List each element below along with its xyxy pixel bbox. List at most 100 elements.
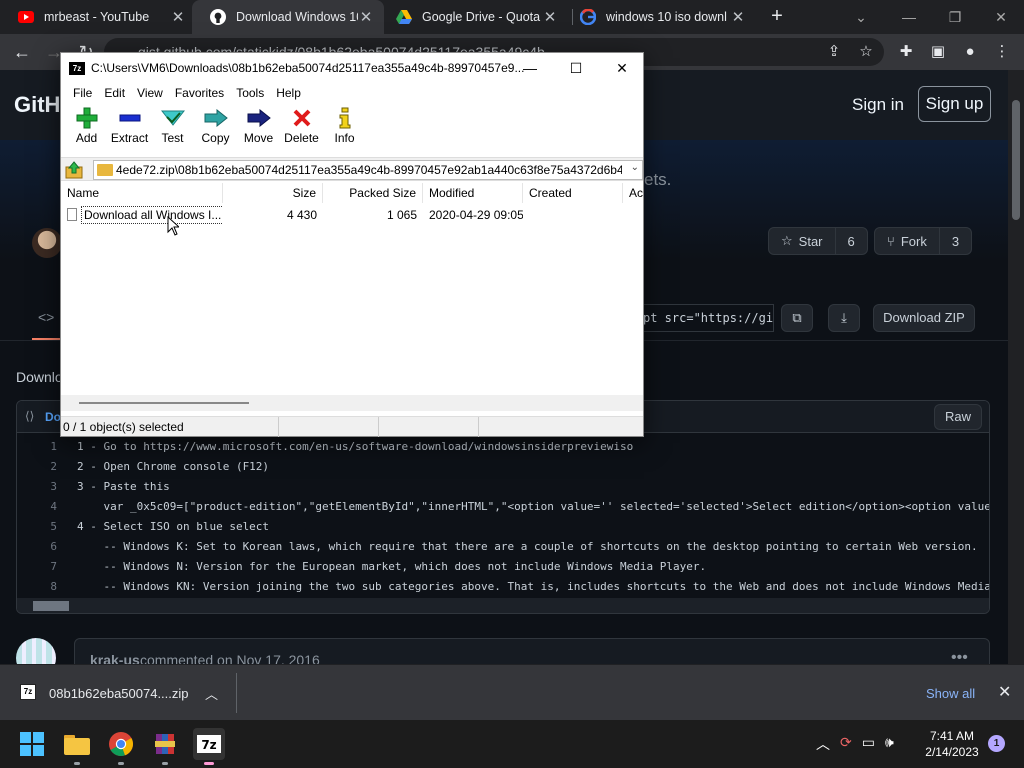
page-vertical-scrollbar[interactable] [1008,70,1024,664]
column-name[interactable]: Name [61,183,223,203]
line-number[interactable]: 7 [17,557,61,577]
line-number[interactable]: 1 [17,437,61,457]
line-number[interactable]: 4 [17,497,61,517]
bookmark-star-icon[interactable]: ☆ [856,42,876,62]
show-hidden-icons-chevron-icon[interactable]: ︿ [816,734,830,754]
download-item[interactable]: 08b1b62eba50074....zip [49,686,189,701]
star-icon: ☆ [781,233,793,248]
line-number[interactable]: 3 [17,477,61,497]
scrollbar-thumb[interactable] [33,601,69,611]
close-icon[interactable]: ✕ [998,682,1011,702]
file-row[interactable]: Download all Windows I... 4 430 1 065 20… [61,205,643,225]
file-name-link[interactable]: Do [45,410,61,424]
chevron-up-icon[interactable]: ︿ [205,684,218,703]
copy-button[interactable]: Copy [194,105,237,153]
7zip-title-bar[interactable]: 7z C:\Users\VM6\Downloads\08b1b62eba5007… [61,53,643,84]
line-number[interactable]: 5 [17,517,61,537]
line-number[interactable]: 6 [17,537,61,557]
tab-youtube[interactable]: mrbeast - YouTube ✕ [0,0,196,34]
back-arrow-icon[interactable]: ← [10,40,34,64]
close-icon[interactable]: ✕ [978,2,1024,32]
star-button[interactable]: ☆ Star 6 [768,227,868,255]
minimize-icon[interactable]: — [507,53,553,84]
fork-button[interactable]: ⑂ Fork 3 [874,227,973,255]
sign-up-button[interactable]: Sign up [918,86,991,122]
column-modified[interactable]: Modified [423,183,523,203]
volume-icon[interactable]: 🕪 [885,734,894,754]
menu-tools[interactable]: Tools [230,84,270,104]
notification-badge[interactable]: 1 [988,735,1005,752]
column-accessed[interactable]: Ac [623,183,643,203]
side-panel-icon[interactable]: ▣ [928,42,948,62]
profile-icon[interactable]: ● [960,42,980,62]
extract-button[interactable]: Extract [108,105,151,153]
tab-search-chevron-icon[interactable]: ⌄ [838,2,884,32]
file-list-horizontal-scrollbar[interactable] [61,395,643,411]
tab-close-icon[interactable]: ✕ [358,8,374,26]
move-button[interactable]: Move [237,105,280,153]
line-number[interactable]: 2 [17,457,61,477]
tab-title: Download Windows 10 [236,10,358,24]
tab-github-gist[interactable]: Download Windows 10 ✕ [192,0,384,34]
menu-kebab-icon[interactable]: ⋮ [992,42,1012,62]
menu-favorites[interactable]: Favorites [169,84,230,104]
embed-input[interactable]: pt src="https://gis [636,304,774,332]
copy-icon[interactable]: ⧉ [781,304,813,332]
restore-icon[interactable]: ❐ [932,2,978,32]
chrome-icon[interactable] [105,728,137,760]
maximize-icon[interactable]: ☐ [553,53,599,84]
menu-view[interactable]: View [131,84,169,104]
test-button[interactable]: Test [151,105,194,153]
line-text: -- Windows K: Set to Korean laws, which … [77,540,978,553]
delete-button[interactable]: Delete [280,105,323,153]
scrollbar-thumb[interactable] [79,402,249,404]
file-name: Download all Windows I... [81,206,223,224]
tab-close-icon[interactable]: ✕ [730,8,746,26]
folder-up-icon[interactable] [65,161,83,179]
column-packed-size[interactable]: Packed Size [323,183,423,203]
network-icon[interactable]: ▭ [862,734,875,754]
winrar-icon[interactable] [149,728,181,760]
close-icon[interactable]: ✕ [599,53,645,84]
extensions-puzzle-icon[interactable]: ✚ [896,42,916,62]
github-icon [210,9,226,25]
scrollbar-thumb[interactable] [1012,100,1020,220]
tab-google-drive[interactable]: Google Drive - Quota e ✕ [378,0,568,34]
menu-help[interactable]: Help [270,84,307,104]
share-icon[interactable]: ⇪ [824,42,844,62]
new-tab-icon[interactable]: + [766,5,788,27]
column-size[interactable]: Size [223,183,323,203]
taskbar-clock[interactable]: 7:41 AM 2/14/2023 [920,728,984,760]
raw-button[interactable]: Raw [934,404,982,430]
sign-in-link[interactable]: Sign in [852,95,904,115]
tab-close-icon[interactable]: ✕ [170,8,186,26]
line-number[interactable]: 8 [17,577,61,597]
7zip-toolbar: Add Extract Test Copy Move Delete Info [61,105,643,155]
sync-icon[interactable]: ⟳ [840,734,852,754]
path-input[interactable]: 4ede72.zip\08b1b62eba50074d25117ea355a49… [93,160,643,180]
info-button[interactable]: Info [323,105,366,153]
code-line: 8 -- Windows KN: Version joining the two… [17,577,989,597]
download-zip-button[interactable]: Download ZIP [873,304,975,332]
minimize-icon[interactable]: — [886,2,932,32]
code-line: 5 4 - Select ISO on blue select [17,517,989,537]
code-icon[interactable]: <> [38,309,54,325]
menu-edit[interactable]: Edit [98,84,131,104]
chevron-down-icon[interactable]: ⌄ [631,162,639,173]
desktop-download-icon[interactable]: ⤓ [828,304,860,332]
column-created[interactable]: Created [523,183,623,203]
github-logo[interactable]: GitH [14,92,60,118]
line-text: 3 - Paste this [77,480,170,493]
7zip-app-icon[interactable]: 7z [193,728,225,760]
tab-close-icon[interactable]: ✕ [542,8,558,26]
file-name-cell[interactable]: Download all Windows I... [61,205,223,225]
windows-start-icon[interactable] [16,728,48,760]
menu-file[interactable]: File [67,84,98,104]
show-all-link[interactable]: Show all [926,686,975,701]
tab-google-search[interactable]: windows 10 iso downl ✕ [562,0,756,34]
add-button[interactable]: Add [65,105,108,153]
author-avatar[interactable] [32,228,62,258]
file-explorer-icon[interactable] [61,728,93,760]
tool-label: Test [161,131,184,145]
code-horizontal-scrollbar[interactable] [17,598,989,613]
